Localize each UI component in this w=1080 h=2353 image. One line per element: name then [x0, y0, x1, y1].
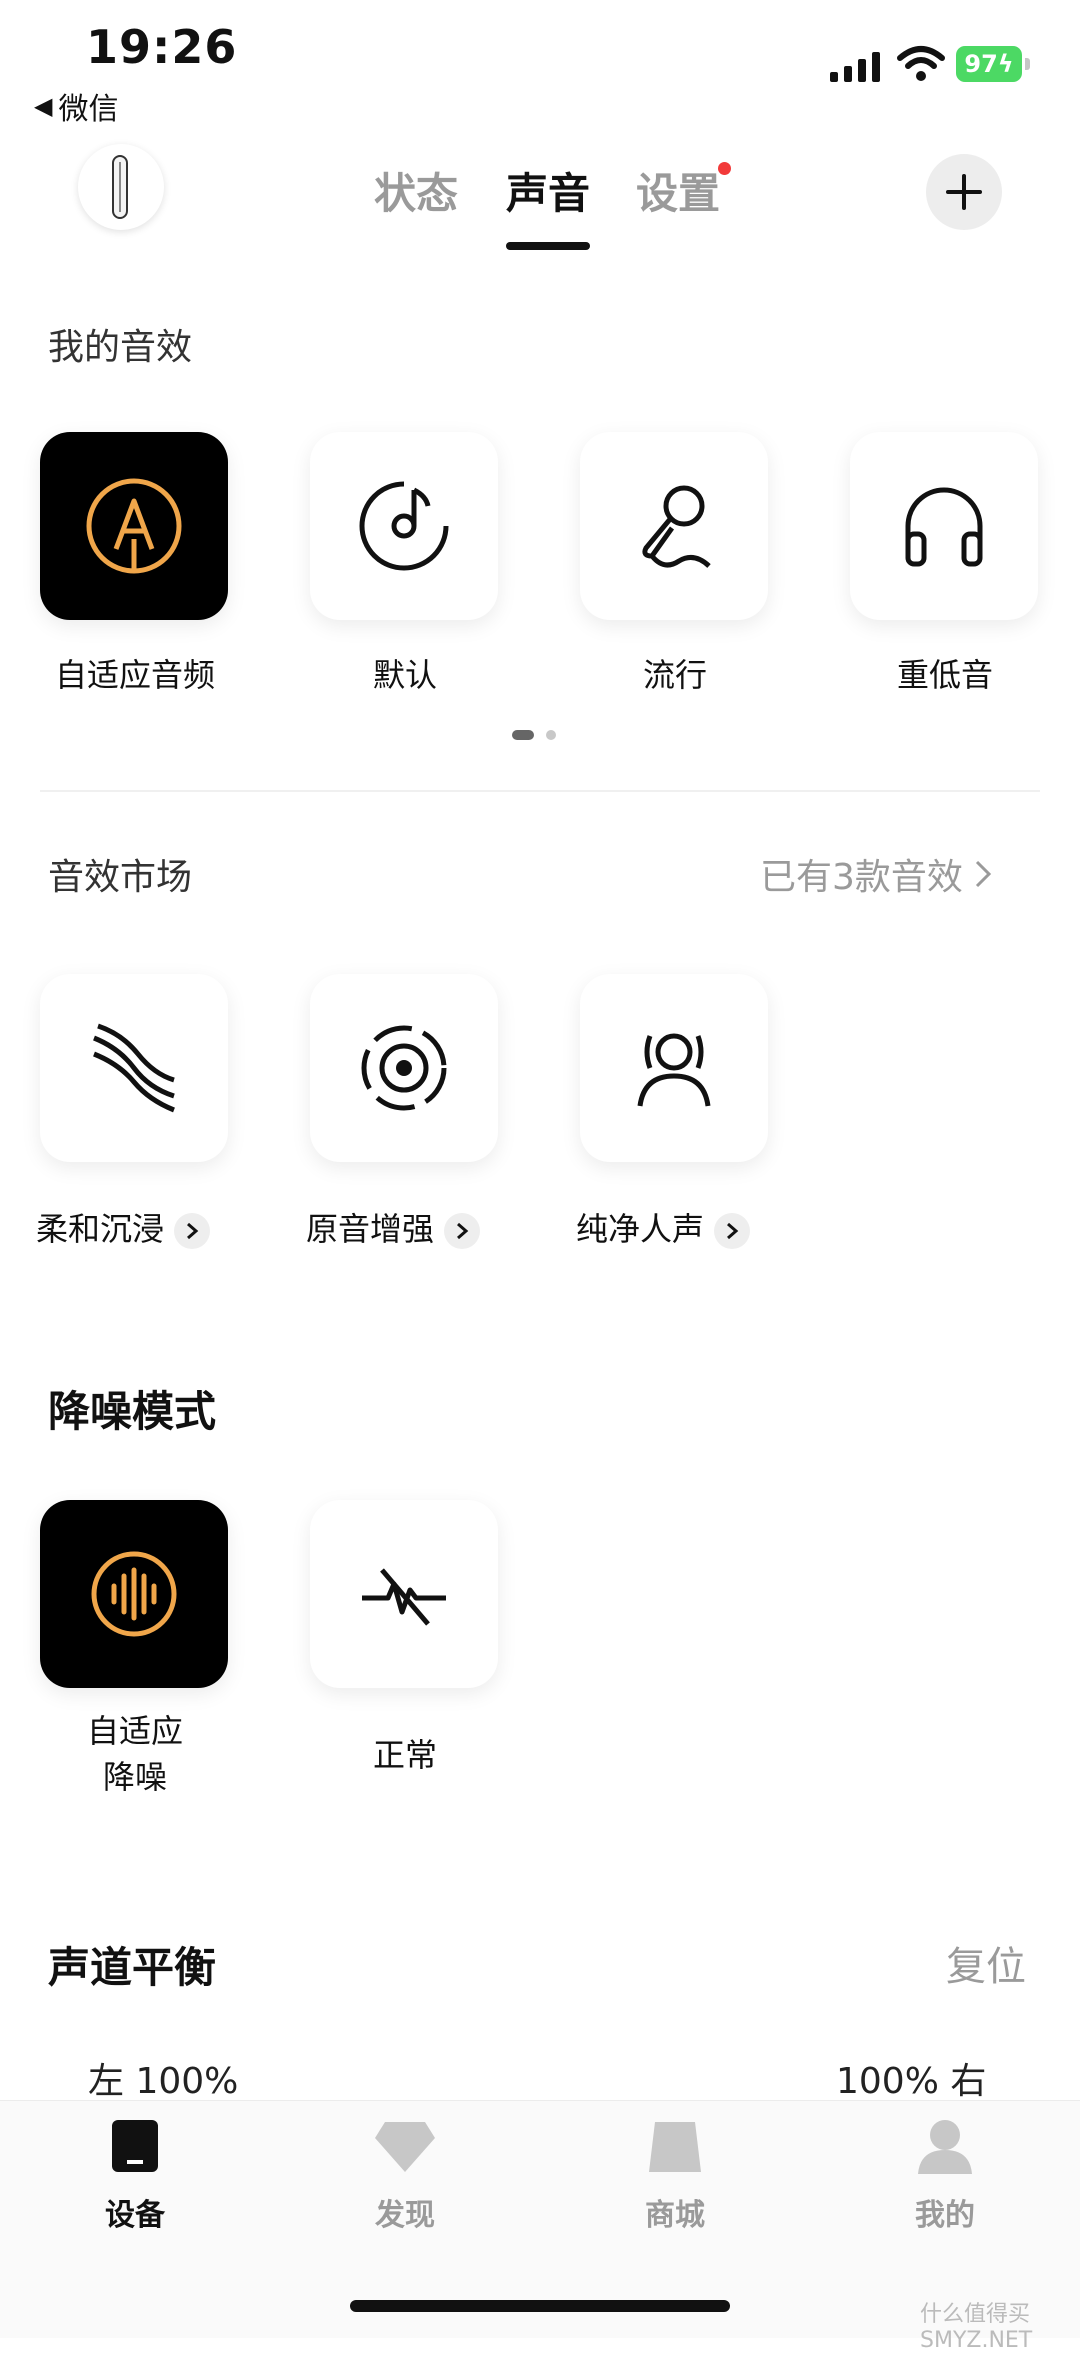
tab-status[interactable]: 状态 [374, 160, 458, 221]
wifi-icon [897, 46, 945, 81]
nav-label: 我的 [915, 2198, 975, 2233]
balance-left-value: 左 100% [88, 2061, 239, 2102]
tab-sound[interactable]: 声音 [506, 160, 590, 221]
adaptive-anc-icon [91, 1551, 177, 1637]
market-pure-vocal[interactable] [580, 974, 768, 1162]
effect-market-title: 音效市场 [48, 857, 193, 898]
shop-icon [649, 2122, 701, 2172]
balance-right-value: 100% 右 [836, 2061, 987, 2102]
effect-label: 重低音 [896, 656, 993, 694]
music-disc-icon [359, 481, 449, 571]
noise-mode-label-line: 自适应 [86, 1712, 183, 1750]
effect-label: 自适应音频 [54, 656, 215, 694]
chevron-right-icon [714, 1213, 751, 1249]
chevron-right-icon [174, 1213, 211, 1249]
page-dot-active [512, 730, 534, 740]
waves-icon [93, 1023, 175, 1113]
noise-mode-normal-label: 正常 [372, 1736, 437, 1774]
cellular-signal-icon [830, 50, 880, 82]
add-button[interactable] [926, 154, 1002, 230]
home-indicator[interactable] [350, 2300, 730, 2312]
tab-settings[interactable]: 设置 [636, 160, 720, 221]
chevron-right-icon [975, 860, 992, 888]
market-item-label: 纯净人声 [576, 1210, 705, 1248]
diamond-icon [375, 2122, 435, 2172]
active-tab-indicator [506, 242, 590, 250]
market-item-soft-immersive[interactable]: 柔和沉浸 [36, 1204, 211, 1250]
noise-mode-adaptive-label: 自适应 降噪 [30, 1708, 240, 1800]
market-item-label: 柔和沉浸 [36, 1210, 165, 1248]
battery-level: 97 [964, 50, 998, 78]
watermark: 什么值得买 SMYZ.NET [920, 2302, 1033, 2353]
nav-shop[interactable]: 商城 [595, 2118, 755, 2234]
chevron-right-icon [444, 1213, 481, 1249]
nav-discover[interactable]: 发现 [325, 2118, 485, 2234]
back-arrow-icon: ◀ [34, 92, 53, 120]
reset-button[interactable]: 复位 [946, 1934, 1026, 1992]
noise-mode-title: 降噪模式 [48, 1387, 217, 1436]
noise-mode-normal[interactable] [310, 1500, 498, 1688]
page-dot [546, 730, 556, 740]
nav-label: 商城 [645, 2198, 705, 2233]
nav-device[interactable]: 设备 [55, 2118, 215, 2234]
plus-icon [946, 174, 982, 210]
back-label: 微信 [58, 92, 119, 127]
anc-off-icon [362, 1568, 446, 1626]
device-icon [112, 2120, 158, 2172]
charging-bolt-icon: ϟ [997, 50, 1014, 78]
market-soft-immersive[interactable] [40, 974, 228, 1162]
settings-notification-dot [718, 162, 731, 175]
noise-mode-adaptive[interactable] [40, 1500, 228, 1688]
status-time: 19:26 [86, 20, 238, 74]
market-item-label: 原音增强 [306, 1210, 435, 1248]
effect-label: 默认 [372, 656, 437, 694]
effect-pop[interactable] [580, 432, 768, 620]
sound-target-icon [361, 1025, 447, 1111]
noise-mode-label-line: 降噪 [102, 1758, 167, 1796]
back-to-wechat[interactable]: ◀ 微信 [34, 84, 118, 128]
profile-icon [918, 2120, 972, 2174]
page-indicator[interactable] [512, 730, 556, 740]
effect-market-link-text: 已有3款音效 [760, 857, 963, 898]
my-effects-title: 我的音效 [48, 327, 193, 368]
adaptive-audio-icon [86, 478, 182, 574]
market-original-enhance[interactable] [310, 974, 498, 1162]
market-item-original-enhance[interactable]: 原音增强 [306, 1204, 481, 1250]
effect-market-link[interactable]: 已有3款音效 [760, 848, 993, 900]
channel-balance-title: 声道平衡 [48, 1943, 217, 1992]
battery-indicator: 97 ϟ [956, 46, 1030, 82]
microphone-icon [642, 485, 711, 568]
nav-label: 设备 [105, 2198, 165, 2233]
effect-adaptive-audio[interactable] [40, 432, 228, 620]
earbud-device-avatar[interactable] [78, 144, 164, 230]
section-divider [40, 790, 1040, 792]
market-item-pure-vocal[interactable]: 纯净人声 [576, 1204, 751, 1250]
nav-label: 发现 [375, 2198, 435, 2233]
earbud-icon [112, 155, 128, 219]
headphones-icon [905, 487, 983, 567]
effect-default[interactable] [310, 432, 498, 620]
nav-profile[interactable]: 我的 [865, 2118, 1025, 2234]
effect-label: 流行 [642, 656, 707, 694]
effect-bass[interactable] [850, 432, 1038, 620]
vocal-person-icon [637, 1033, 711, 1107]
